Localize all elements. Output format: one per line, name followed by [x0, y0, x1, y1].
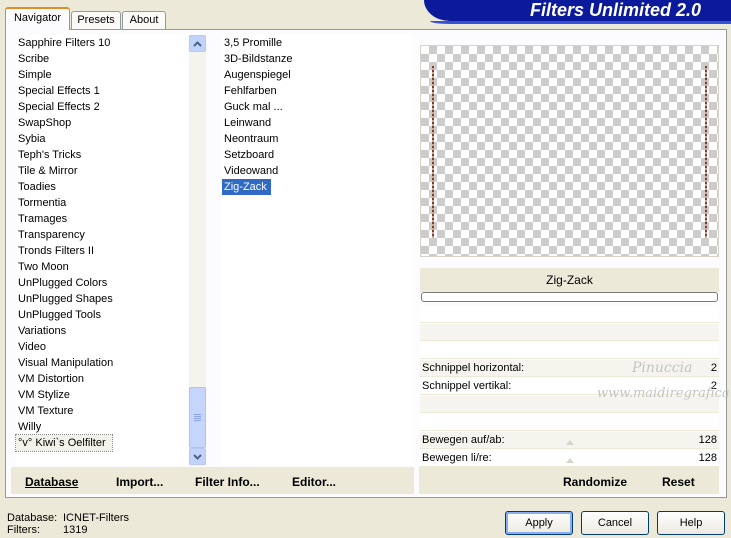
chevron-up-icon [193, 40, 202, 47]
category-list-item[interactable]: Tronds Filters II [16, 243, 188, 259]
category-list-item[interactable]: Special Effects 2 [16, 99, 188, 115]
empty-control-row [420, 342, 719, 359]
empty-control-row [420, 324, 719, 341]
tab-navigator[interactable]: Navigator [5, 7, 70, 30]
filter-list-item[interactable]: Guck mal ... [222, 99, 412, 115]
apply-button[interactable]: Apply [505, 511, 573, 535]
category-list-item[interactable]: Willy [16, 419, 188, 435]
filter-list-item[interactable]: 3D-Bildstanze [222, 51, 412, 67]
control-bewegen-li-re[interactable]: Bewegen li/re: 128 [420, 450, 719, 467]
slider-tick-icon [566, 440, 574, 445]
control-value: 128 [698, 434, 717, 446]
category-list-item[interactable]: VM Distortion [16, 371, 188, 387]
filter-list-item[interactable]: 3,5 Promille [222, 35, 412, 51]
database-link[interactable]: Database [25, 475, 78, 489]
control-label: Bewegen li/re: [422, 452, 492, 464]
filter-info-link[interactable]: Filter Info... [195, 475, 260, 489]
category-list-item[interactable]: Visual Manipulation [16, 355, 188, 371]
category-list-item[interactable]: Simple [16, 67, 188, 83]
category-list[interactable]: Sapphire Filters 10 Scribe Simple Special E… [15, 35, 188, 466]
category-list-item[interactable]: UnPlugged Tools [16, 307, 188, 323]
category-list-item[interactable]: UnPlugged Shapes [16, 291, 188, 307]
category-list-item[interactable]: Sybia [16, 131, 188, 147]
scroll-down-button[interactable] [189, 448, 206, 465]
randomize-button[interactable]: Randomize [563, 475, 627, 489]
tab-presets[interactable]: Presets [71, 11, 121, 29]
database-value: ICNET-Filters [63, 512, 129, 524]
category-list-item[interactable]: °v° Kiwi`s Oelfilter [15, 434, 113, 452]
selected-filter-name: Zig-Zack [420, 268, 719, 292]
category-list-item[interactable]: Two Moon [16, 259, 188, 275]
cancel-button[interactable]: Cancel [581, 511, 649, 535]
database-info: Database: ICNET-Filters [7, 512, 129, 524]
database-label: Database: [7, 512, 58, 524]
filter-list-item[interactable]: Neontraum [222, 131, 412, 147]
filter-list-item[interactable]: Setzboard [222, 147, 412, 163]
category-scrollbar[interactable] [189, 35, 206, 466]
slider-tick-icon [566, 458, 574, 463]
filter-list-item[interactable]: Zig-Zack [222, 179, 271, 195]
watermark-url: www.maidiregrafica.eu [597, 386, 731, 401]
control-value: 2 [710, 362, 717, 374]
control-label: Schnippel vertikal: [422, 380, 512, 392]
category-list-item[interactable]: SwapShop [16, 115, 188, 131]
category-list-item[interactable]: Scribe [16, 51, 188, 67]
category-list-item[interactable]: UnPlugged Colors [16, 275, 188, 291]
empty-control-row [420, 414, 719, 431]
filters-label: Filters: [7, 524, 40, 536]
category-list-item[interactable]: Transparency [16, 227, 188, 243]
control-label: Bewegen auf/ab: [422, 434, 505, 446]
filter-count-info: Filters: 1319 [7, 524, 87, 536]
filter-list-item[interactable]: Leinwand [222, 115, 412, 131]
filters-value: 1319 [63, 524, 88, 536]
scroll-up-button[interactable] [189, 35, 206, 52]
progress-bar [421, 292, 718, 302]
category-list-item[interactable]: Tile & Mirror [16, 163, 188, 179]
import-link[interactable]: Import... [116, 475, 163, 489]
filter-list-item[interactable]: Fehlfarben [222, 83, 412, 99]
reset-button[interactable]: Reset [662, 475, 695, 489]
control-bewegen-auf-ab[interactable]: Bewegen auf/ab: 128 [420, 432, 719, 449]
category-list-item[interactable]: VM Texture [16, 403, 188, 419]
category-list-item[interactable]: Video [16, 339, 188, 355]
filter-list[interactable]: 3,5 Promille 3D-Bildstanze Augenspiegel Feh… [222, 35, 412, 466]
chevron-down-icon [193, 453, 202, 460]
empty-control-row [420, 306, 719, 323]
zigzag-right-mark [705, 66, 707, 238]
category-list-item[interactable]: Tormentia [16, 195, 188, 211]
tab-about[interactable]: About [122, 11, 166, 29]
preview-area [420, 45, 719, 257]
control-value: 128 [698, 452, 717, 464]
help-button[interactable]: Help [657, 511, 725, 535]
editor-link[interactable]: Editor... [292, 475, 336, 489]
category-list-item[interactable]: Special Effects 1 [16, 83, 188, 99]
category-list-item[interactable]: Tramages [16, 211, 188, 227]
app-title-banner: Filters Unlimited 2.0 [424, 0, 731, 24]
list-action-bar: Database Import... Filter Info... Editor… [11, 467, 414, 494]
category-list-item[interactable]: Toadies [16, 179, 188, 195]
watermark-name: Pinuccia [632, 360, 693, 376]
filter-list-item[interactable]: Augenspiegel [222, 67, 412, 83]
category-list-item[interactable]: VM Stylize [16, 387, 188, 403]
filter-list-item[interactable]: Videowand [222, 163, 412, 179]
category-list-item[interactable]: Variations [16, 323, 188, 339]
preset-action-bar: Randomize Reset [419, 467, 719, 494]
control-label: Schnippel horizontal: [422, 362, 525, 374]
scroll-thumb[interactable] [189, 387, 206, 448]
zigzag-left-mark [432, 66, 434, 238]
category-list-item[interactable]: Teph's Tricks [16, 147, 188, 163]
category-list-item[interactable]: Sapphire Filters 10 [16, 35, 188, 51]
